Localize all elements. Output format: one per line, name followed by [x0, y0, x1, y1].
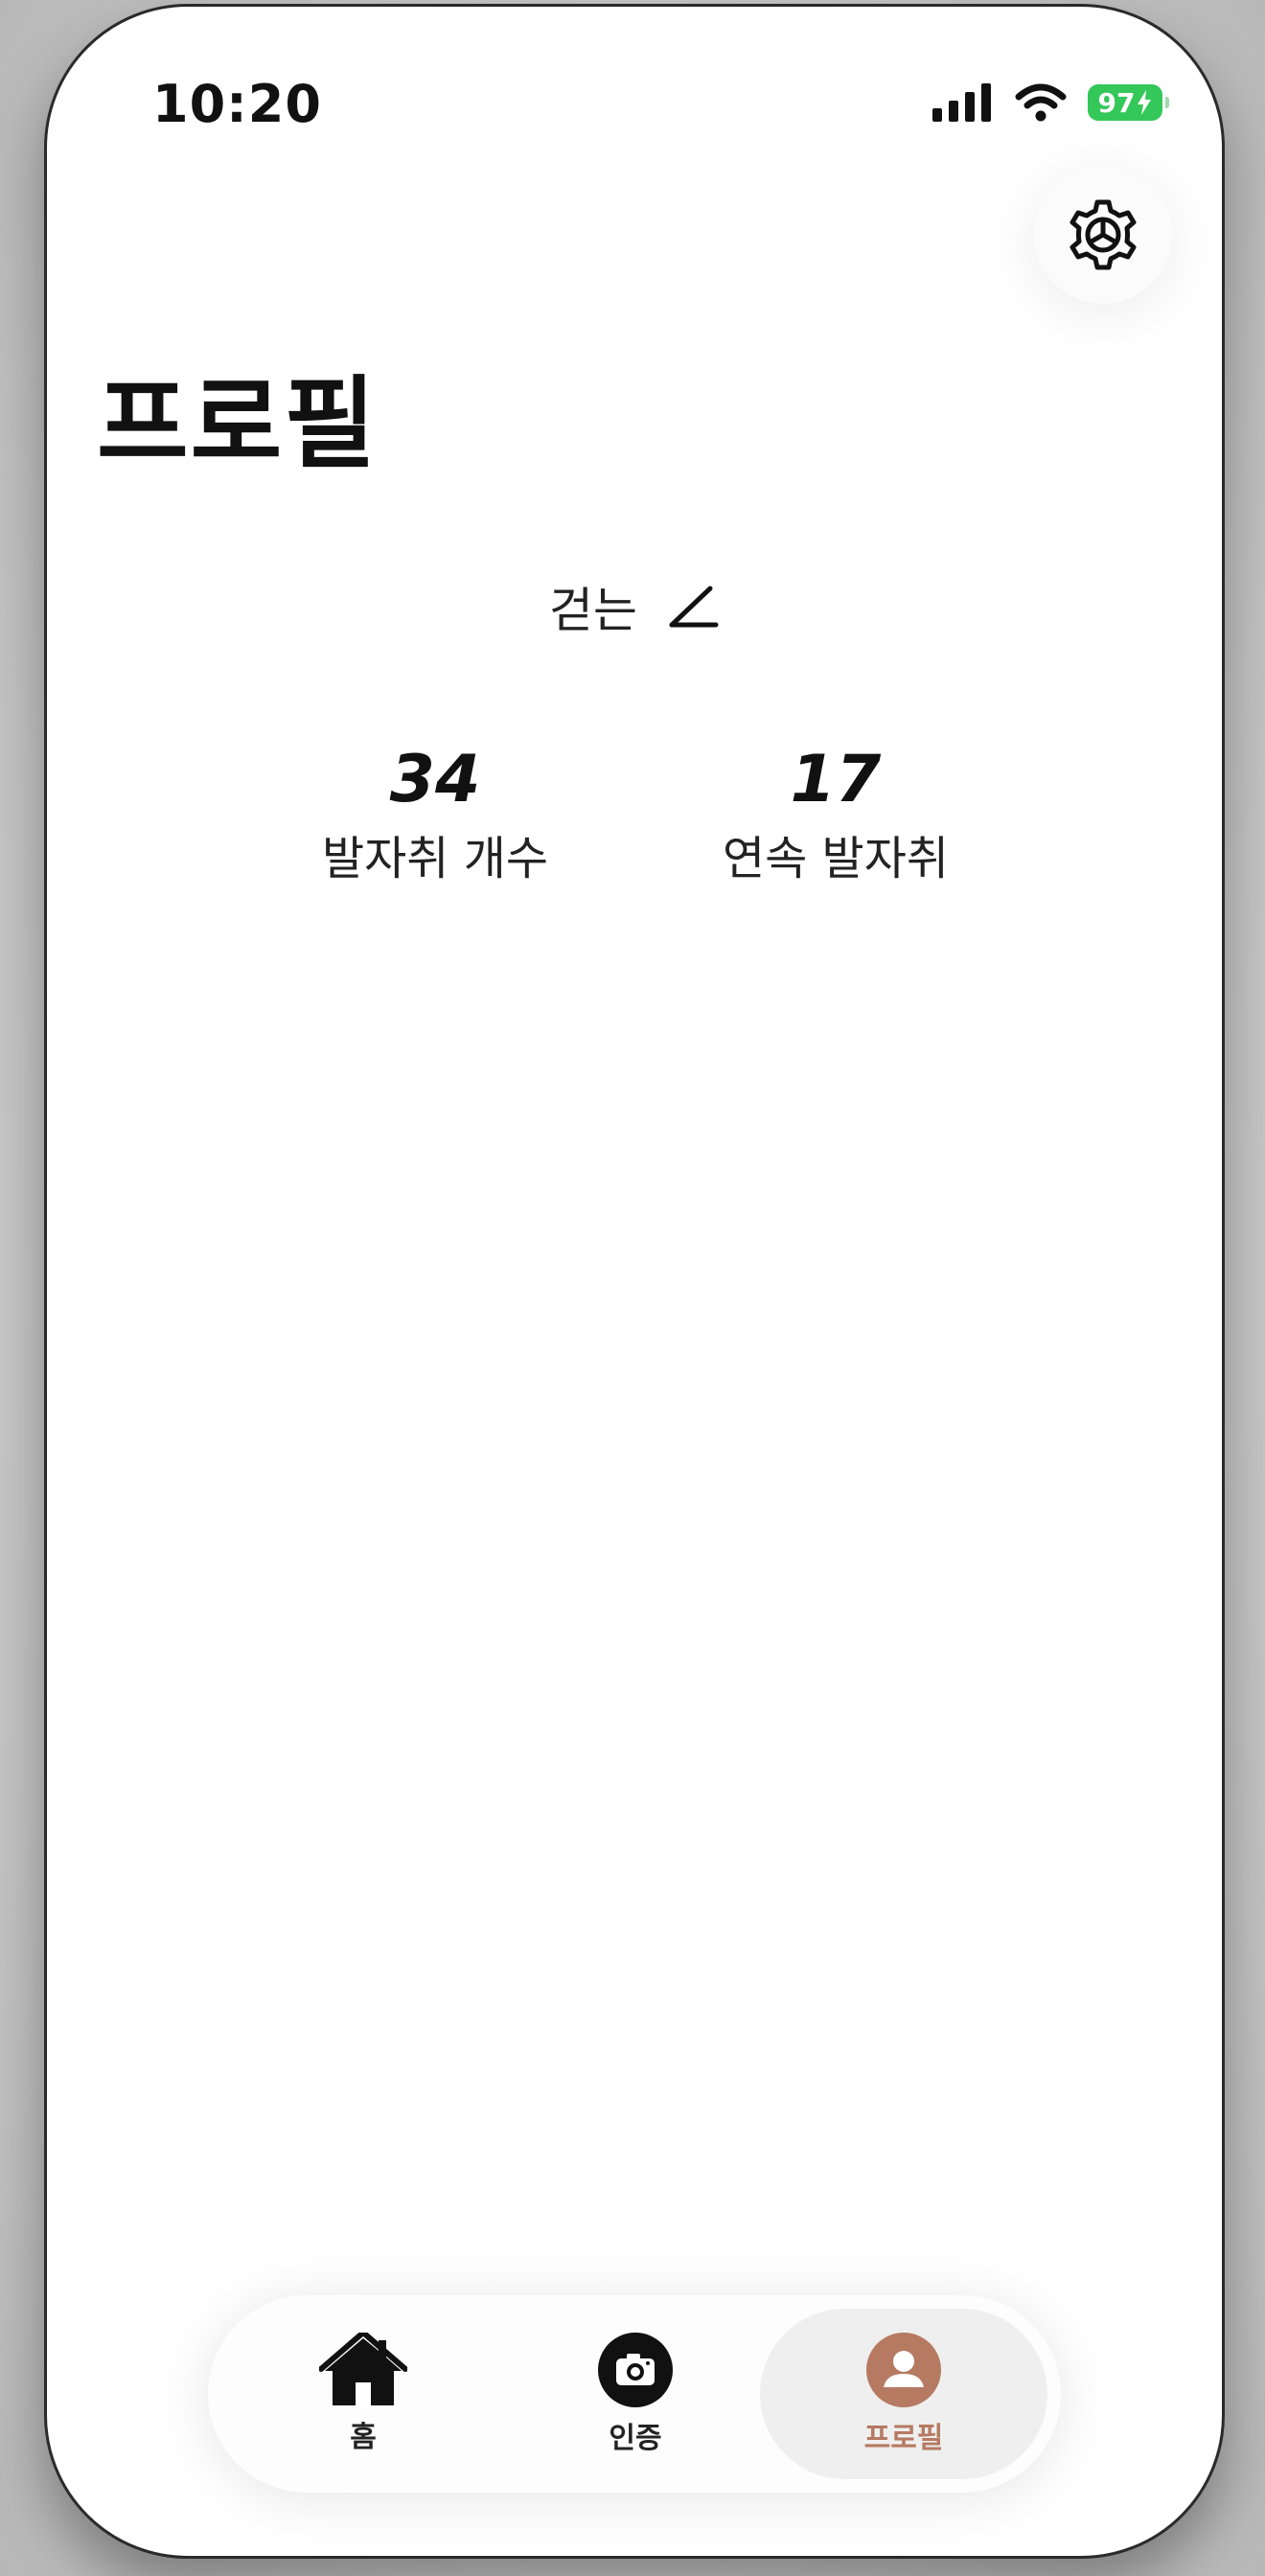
home-icon	[319, 2333, 407, 2405]
stat-value: 34	[389, 742, 481, 817]
tab-profile[interactable]: 프로필	[760, 2309, 1047, 2479]
gear-icon	[1070, 199, 1137, 270]
tab-label: 인증	[609, 2422, 662, 2455]
tab-bar: 홈 인증 프로필	[208, 2295, 1061, 2493]
status-time: 10:20	[152, 74, 322, 134]
nickname: 걷는	[549, 583, 637, 638]
charging-bolt-icon	[1138, 90, 1152, 115]
phone-screen: 10:20 97 프로필 걷는 34 발자취 개수 17 연속 발자취 홈 인증…	[44, 4, 1225, 2559]
battery-level: 97	[1097, 86, 1136, 119]
tab-label: 홈	[350, 2421, 377, 2454]
stat-streak: 17 연속 발자취	[678, 742, 994, 887]
nickname-row: 걷는	[47, 572, 1222, 641]
stat-label: 발자취 개수	[321, 831, 549, 886]
status-icons: 97	[932, 81, 1169, 124]
stat-label: 연속 발자취	[722, 831, 950, 886]
battery-indicator: 97	[1088, 84, 1169, 121]
stat-footprint-count: 34 발자취 개수	[277, 742, 593, 887]
pencil-icon[interactable]	[666, 583, 720, 631]
tab-home[interactable]: 홈	[219, 2309, 507, 2479]
stat-value: 17	[790, 742, 882, 817]
page-title: 프로필	[97, 365, 379, 482]
camera-icon	[598, 2333, 673, 2407]
tab-verify[interactable]: 인증	[492, 2309, 779, 2479]
person-icon	[866, 2333, 941, 2407]
cellular-signal-icon	[932, 83, 991, 122]
tab-label: 프로필	[863, 2422, 944, 2455]
settings-button[interactable]	[1034, 166, 1172, 304]
wifi-icon	[1015, 83, 1067, 122]
